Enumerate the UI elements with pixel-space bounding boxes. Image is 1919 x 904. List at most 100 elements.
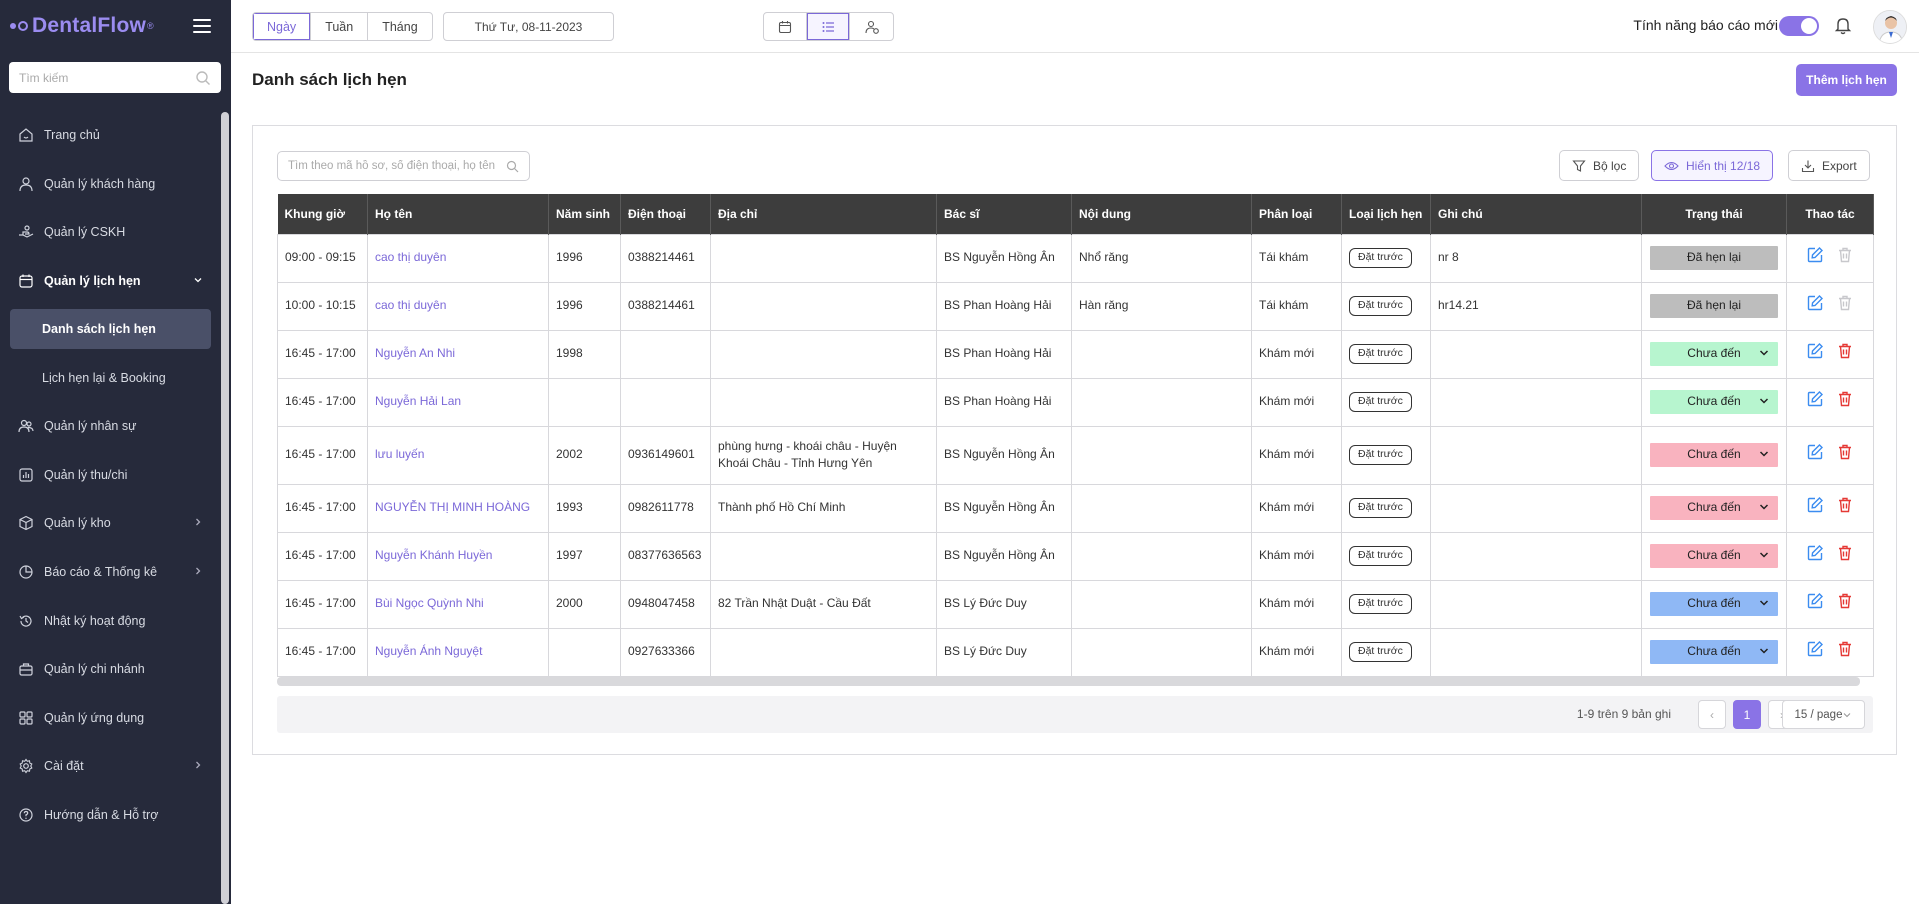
filter-button[interactable]: Bộ lọc [1559, 150, 1640, 181]
cell-name[interactable]: Nguyễn Khánh Huyền [367, 531, 549, 581]
status-select[interactable]: Chưa đến [1650, 342, 1778, 366]
cell-name[interactable]: Bùi Ngọc Quỳnh Nhi [367, 579, 549, 629]
delete-icon[interactable] [1836, 496, 1854, 519]
sidebar-scrollbar[interactable] [221, 112, 229, 904]
sidebar-item-finance[interactable]: Quản lý thu/chi [0, 451, 221, 500]
table-row[interactable]: 16:45 - 17:00 Nguyễn Hải Lan BS Phan Hoàng… [277, 377, 1874, 427]
table-horizontal-scrollbar[interactable] [277, 677, 1860, 686]
delete-icon[interactable] [1836, 640, 1854, 663]
list-view-button[interactable] [807, 13, 850, 40]
page-1-button[interactable]: 1 [1733, 700, 1761, 729]
sidebar-item-apps[interactable]: Quản lý ứng dụng [0, 694, 221, 743]
add-appointment-button[interactable]: Thêm lịch hẹn [1796, 64, 1897, 96]
date-picker[interactable]: Thứ Tư, 08-11-2023 [443, 12, 614, 41]
tab-month[interactable]: Tháng [368, 13, 431, 40]
table-row[interactable]: 16:45 - 17:00 lưu luyến 2002 0936149601 phùn… [277, 425, 1874, 485]
delete-icon[interactable] [1836, 390, 1854, 413]
sidebar-item-activity-log[interactable]: Nhật ký hoạt động [0, 596, 221, 645]
status-select[interactable]: Chưa đến [1650, 390, 1778, 414]
tab-week[interactable]: Tuần [311, 13, 369, 40]
sidebar-item-reports[interactable]: Báo cáo & Thống kê [0, 548, 221, 597]
table-search-input[interactable] [288, 160, 506, 172]
edit-icon[interactable] [1806, 592, 1824, 615]
column-header[interactable]: Nội dung [1071, 194, 1252, 234]
cell-name[interactable]: cao thị duyên [367, 281, 549, 331]
prev-page-button[interactable]: ‹ [1698, 700, 1726, 729]
cell-name[interactable]: Nguyễn Ánh Nguyệt [367, 627, 549, 677]
sidebar-item-help[interactable]: Hướng dẫn & Hỗ trợ [0, 791, 221, 840]
delete-icon[interactable] [1836, 592, 1854, 615]
sidebar-item-cskh[interactable]: Quản lý CSKH [0, 208, 221, 257]
cell-name[interactable]: Nguyễn Hải Lan [367, 377, 549, 427]
edit-icon[interactable] [1806, 390, 1824, 413]
status-select[interactable]: Chưa đến [1650, 592, 1778, 616]
sidebar-item-home[interactable]: Trang chủ [0, 111, 221, 160]
column-header[interactable]: Địa chỉ [710, 194, 937, 234]
appointment-type-badge: Đặt trước [1349, 296, 1412, 316]
edit-icon[interactable] [1806, 342, 1824, 365]
status-select[interactable]: Chưa đến [1650, 496, 1778, 520]
sidebar-item-warehouse[interactable]: Quản lý kho [0, 499, 221, 548]
cell-name[interactable]: lưu luyến [367, 425, 549, 485]
column-header[interactable]: Điện thoại [620, 194, 711, 234]
column-header[interactable]: Họ tên [367, 194, 549, 234]
table-row[interactable]: 16:45 - 17:00 Bùi Ngọc Quỳnh Nhi 2000 09480… [277, 579, 1874, 629]
cell-note [1430, 531, 1642, 581]
calendar-view-button[interactable] [764, 13, 807, 40]
table-row[interactable]: 10:00 - 10:15 cao thị duyên 1996 0388214461… [277, 281, 1874, 331]
column-header[interactable]: Loại lịch hẹn [1341, 194, 1431, 234]
column-header[interactable]: Ghi chú [1430, 194, 1642, 234]
column-visibility-button[interactable]: Hiển thị 12/18 [1651, 150, 1774, 181]
delete-icon[interactable] [1836, 342, 1854, 365]
edit-icon[interactable] [1806, 640, 1824, 663]
edit-icon[interactable] [1806, 496, 1824, 519]
cell-year: 1993 [548, 483, 621, 533]
column-header[interactable]: Năm sinh [548, 194, 621, 234]
table-row[interactable]: 16:45 - 17:00 Nguyễn Ánh Nguyệt 0927633366… [277, 627, 1874, 677]
sidebar-item-label: Cài đặt [44, 759, 84, 774]
status-select[interactable]: Chưa đến [1650, 544, 1778, 568]
cell-actions [1786, 281, 1874, 331]
status-select[interactable]: Chưa đến [1650, 443, 1778, 467]
tab-day[interactable]: Ngày [253, 13, 312, 40]
search-icon[interactable] [195, 70, 211, 86]
edit-icon[interactable] [1806, 443, 1824, 466]
column-header[interactable]: Trạng thái [1641, 194, 1787, 234]
sidebar-item-appointments[interactable]: Quản lý lịch hẹn [0, 257, 221, 306]
cell-doctor: BS Nguyễn Hồng Ân [936, 425, 1072, 485]
table-row[interactable]: 16:45 - 17:00 NGUYỄN THỊ MINH HOÀNG 1993 09… [277, 483, 1874, 533]
table-row[interactable]: 16:45 - 17:00 Nguyễn An Nhi 1998 BS Phan Ho… [277, 329, 1874, 379]
sidebar-item-customers[interactable]: Quản lý khách hàng [0, 160, 221, 209]
sidebar-subitem-appointment-list[interactable]: Danh sách lịch hẹn [10, 309, 211, 350]
page-size-select[interactable]: 15 / page [1782, 700, 1865, 729]
edit-icon[interactable] [1806, 294, 1824, 317]
column-header[interactable]: Bác sĩ [936, 194, 1072, 234]
delete-icon[interactable] [1836, 544, 1854, 567]
delete-icon[interactable] [1836, 443, 1854, 466]
sidebar-item-settings[interactable]: Cài đặt [0, 742, 221, 791]
menu-toggle-icon[interactable] [193, 19, 211, 33]
avatar[interactable] [1873, 10, 1907, 44]
home-icon [18, 127, 34, 143]
feature-label-text: Tính năng báo cáo mới [1633, 17, 1778, 33]
table-row[interactable]: 09:00 - 09:15 cao thị duyên 1996 0388214461… [277, 233, 1874, 283]
cell-name[interactable]: cao thị duyên [367, 233, 549, 283]
export-button[interactable]: Export [1788, 150, 1870, 181]
sidebar-item-staff[interactable]: Quản lý nhân sự [0, 402, 221, 451]
feature-toggle[interactable] [1779, 16, 1819, 36]
status-select: Đã hẹn lại [1650, 246, 1778, 270]
doctor-view-button[interactable] [850, 13, 893, 40]
sidebar-search-input[interactable] [19, 70, 195, 85]
cell-name[interactable]: Nguyễn An Nhi [367, 329, 549, 379]
status-select[interactable]: Chưa đến [1650, 640, 1778, 664]
bell-icon[interactable] [1834, 15, 1852, 38]
column-header[interactable]: Phân loại [1251, 194, 1342, 234]
edit-icon[interactable] [1806, 544, 1824, 567]
edit-icon[interactable] [1806, 246, 1824, 269]
search-icon[interactable] [506, 160, 519, 173]
sidebar-subitem-rebooking[interactable]: Lịch hẹn lại & Booking [0, 353, 221, 402]
cell-name[interactable]: NGUYỄN THỊ MINH HOÀNG [367, 483, 549, 533]
sidebar-item-branches[interactable]: Quản lý chi nhánh [0, 645, 221, 694]
table-row[interactable]: 16:45 - 17:00 Nguyễn Khánh Huyền 1997 08377… [277, 531, 1874, 581]
column-header[interactable]: Khung giờ [277, 194, 368, 234]
